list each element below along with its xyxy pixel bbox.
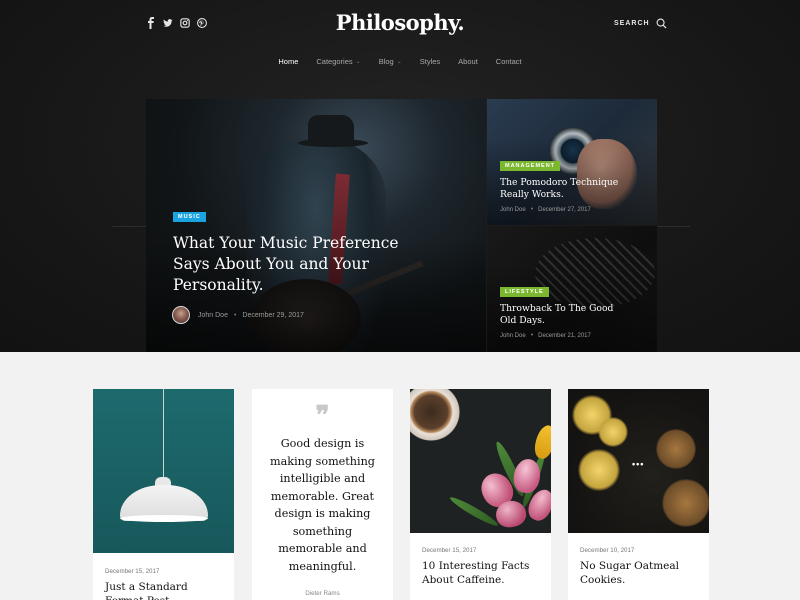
author-name[interactable]: John Doe <box>198 312 228 319</box>
post-date: December 15, 2017 <box>422 547 477 554</box>
card-image[interactable]: ••• <box>568 389 709 533</box>
nav-item-about[interactable]: About <box>449 57 487 66</box>
nav-item-label: Styles <box>419 57 441 66</box>
image-detail <box>578 449 620 491</box>
divider <box>657 226 690 227</box>
nav-item-blog[interactable]: Blog ⌄ <box>370 57 411 66</box>
post-date: December 21, 2017 <box>538 332 591 339</box>
hero-section: Philosophy. SEARCH Home Categories ⌄ Blo… <box>0 0 800 352</box>
nav-item-label: Blog <box>378 57 394 66</box>
lamp-image-detail <box>120 515 208 522</box>
category-tag-lifestyle[interactable]: LIFESTYLE <box>500 287 549 297</box>
separator-dot: • <box>233 311 237 319</box>
image-detail <box>598 417 628 447</box>
nav-item-label: About <box>458 57 478 66</box>
gallery-icon[interactable]: ••• <box>632 459 644 469</box>
post-title[interactable]: Just a Standard Format Post. <box>105 580 225 600</box>
main-nav: Home Categories ⌄ Blog ⌄ Styles About Co… <box>0 57 800 66</box>
post-card-standard[interactable]: December 15, 2017 Just a Standard Format… <box>93 389 234 600</box>
side-post-meta: John Doe • December 27, 2017 <box>500 206 591 213</box>
post-date: December 10, 2017 <box>580 547 635 554</box>
side-post-meta: John Doe • December 21, 2017 <box>500 332 591 339</box>
coffee-cup-image <box>410 389 462 443</box>
post-title[interactable]: No Sugar Oatmeal Cookies. <box>580 559 700 587</box>
nav-item-styles[interactable]: Styles <box>411 57 449 66</box>
chevron-down-icon: ⌄ <box>396 59 402 65</box>
post-date: December 29, 2017 <box>242 311 304 319</box>
search-button[interactable]: SEARCH <box>614 18 667 29</box>
category-tag-music[interactable]: MUSIC <box>173 212 206 222</box>
search-label: SEARCH <box>614 20 650 27</box>
quote-icon: ❞ <box>315 401 330 431</box>
image-detail <box>656 429 696 469</box>
nav-item-categories[interactable]: Categories ⌄ <box>307 57 369 66</box>
avatar[interactable] <box>172 306 190 324</box>
search-icon <box>656 18 667 29</box>
post-date: December 27, 2017 <box>538 206 591 213</box>
divider <box>112 226 146 227</box>
chevron-down-icon: ⌄ <box>355 59 361 65</box>
side-post-title[interactable]: Throwback To The Good Old Days. <box>500 303 630 326</box>
separator-dot: • <box>530 332 534 339</box>
featured-post-title[interactable]: What Your Music Preference Says About Yo… <box>173 233 423 296</box>
author-name[interactable]: John Doe <box>500 207 526 213</box>
site-logo[interactable]: Philosophy. <box>0 10 800 35</box>
post-card-quote[interactable]: ❞ Good design is making something intell… <box>252 389 393 600</box>
author-name[interactable]: John Doe <box>500 333 526 339</box>
lamp-cord <box>163 389 164 479</box>
quote-author: Dieter Rams <box>305 590 340 597</box>
separator-dot: • <box>530 206 534 213</box>
nav-item-label: Contact <box>495 57 522 66</box>
card-image[interactable] <box>93 389 234 553</box>
post-card-coffee[interactable]: December 15, 2017 10 Interesting Facts A… <box>410 389 551 600</box>
image-detail <box>662 479 709 527</box>
image-detail <box>531 423 551 461</box>
category-tag-management[interactable]: MANAGEMENT <box>500 161 561 171</box>
featured-post-meta: John Doe • December 29, 2017 <box>172 306 304 324</box>
nav-item-home[interactable]: Home <box>269 57 307 66</box>
quote-text: Good design is making something intellig… <box>270 437 375 573</box>
nav-item-contact[interactable]: Contact <box>487 57 531 66</box>
post-card-oatmeal[interactable]: ••• December 10, 2017 No Sugar Oatmeal C… <box>568 389 709 600</box>
side-post-title[interactable]: The Pomodoro Technique Really Works. <box>500 177 630 200</box>
nav-item-label: Categories <box>316 57 353 66</box>
post-date: December 15, 2017 <box>105 568 160 575</box>
card-image[interactable] <box>410 389 551 533</box>
post-title[interactable]: 10 Interesting Facts About Caffeine. <box>422 559 542 587</box>
nav-item-label: Home <box>278 57 299 66</box>
